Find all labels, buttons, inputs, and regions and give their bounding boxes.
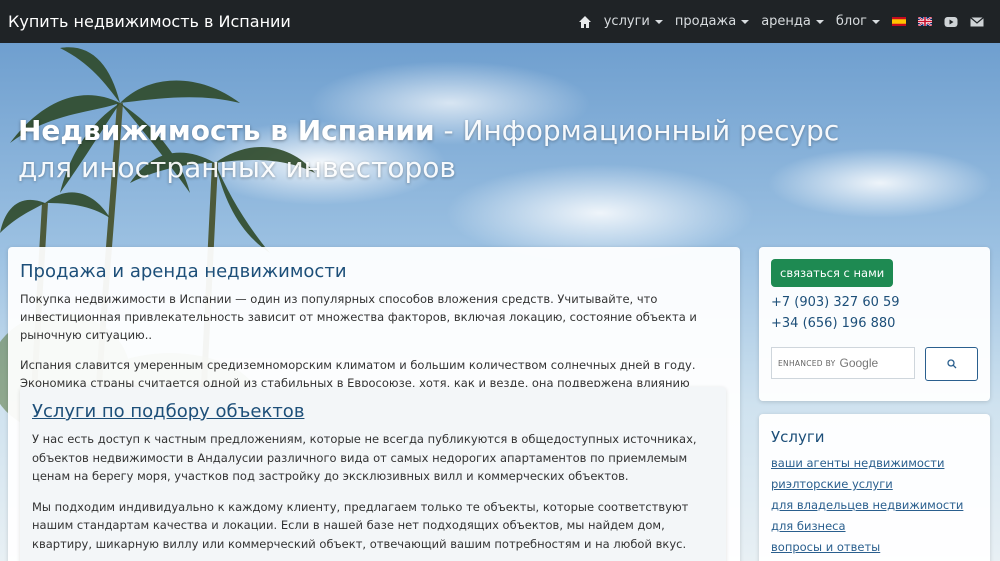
nav-item-label: услуги: [603, 14, 650, 29]
hero-title: Недвижимость в Испании - Информационный …: [18, 112, 878, 186]
uk-flag-icon[interactable]: [918, 17, 932, 26]
youtube-icon[interactable]: [944, 16, 958, 28]
services-section-card: Услуги по подбору объектов У нас есть до…: [20, 387, 726, 561]
main-heading: Продажа и аренда недвижимости: [20, 261, 347, 282]
services-sidebar-heading: Услуги: [771, 428, 825, 446]
nav-item-label: блог: [835, 14, 867, 29]
sidebar-link-owners[interactable]: для владельцев недвижимости: [771, 495, 978, 516]
phone-number[interactable]: +34 (656) 196 880: [771, 316, 978, 331]
phone-number[interactable]: +7 (903) 327 60 59: [771, 295, 978, 310]
home-icon[interactable]: [578, 15, 592, 29]
nav-item-services[interactable]: услуги: [604, 14, 663, 29]
services-sidebar-card: Услуги ваши агенты недвижимости риэлторс…: [759, 414, 990, 561]
search-button[interactable]: [925, 347, 978, 381]
sidebar-link-realtor-services[interactable]: риэлторские услуги: [771, 474, 978, 495]
chevron-down-icon: [654, 19, 663, 24]
services-paragraph: У нас есть доступ к частным предложениям…: [32, 432, 697, 483]
services-paragraph: Мы подходим индивидуально к каждому клие…: [32, 499, 689, 551]
nav-item-sale[interactable]: продажа: [674, 14, 750, 29]
enhanced-by-label: ENHANCED BY: [778, 358, 836, 368]
site-search: ENHANCED BY Google: [771, 347, 978, 381]
main-content-card: Продажа и аренда недвижимости Покупка не…: [8, 247, 740, 561]
search-icon: [946, 359, 956, 369]
site-brand[interactable]: Купить недвижимость в Испании: [8, 12, 291, 31]
sidebar-link-agents[interactable]: ваши агенты недвижимости: [771, 453, 978, 474]
chevron-down-icon: [815, 19, 824, 24]
google-logo: Google: [839, 356, 879, 370]
chevron-down-icon: [741, 19, 750, 24]
nav-item-rent[interactable]: аренда: [761, 14, 824, 29]
nav-menu: услуги продажа аренда блог: [578, 0, 992, 43]
sidebar-link-faq[interactable]: вопросы и ответы: [771, 537, 978, 558]
contact-us-button[interactable]: связаться с нами: [771, 259, 894, 287]
search-input[interactable]: ENHANCED BY Google: [771, 347, 915, 379]
chevron-down-icon: [872, 19, 880, 24]
hero-title-bold: Недвижимость в Испании: [18, 114, 435, 147]
nav-item-label: аренда: [761, 14, 811, 29]
mail-icon[interactable]: [970, 16, 984, 28]
nav-item-label: продажа: [674, 14, 737, 29]
sidebar-link-business[interactable]: для бизнеса: [771, 516, 978, 537]
contact-card: связаться с нами +7 (903) 327 60 59 +34 …: [759, 247, 990, 401]
main-paragraph: Покупка недвижимости в Испании — один из…: [20, 292, 697, 342]
navbar: Купить недвижимость в Испании услуги про…: [0, 0, 1000, 43]
services-section-heading[interactable]: Услуги по подбору объектов: [32, 401, 714, 422]
spain-flag-icon[interactable]: [892, 17, 906, 26]
nav-item-blog[interactable]: блог: [836, 14, 880, 29]
